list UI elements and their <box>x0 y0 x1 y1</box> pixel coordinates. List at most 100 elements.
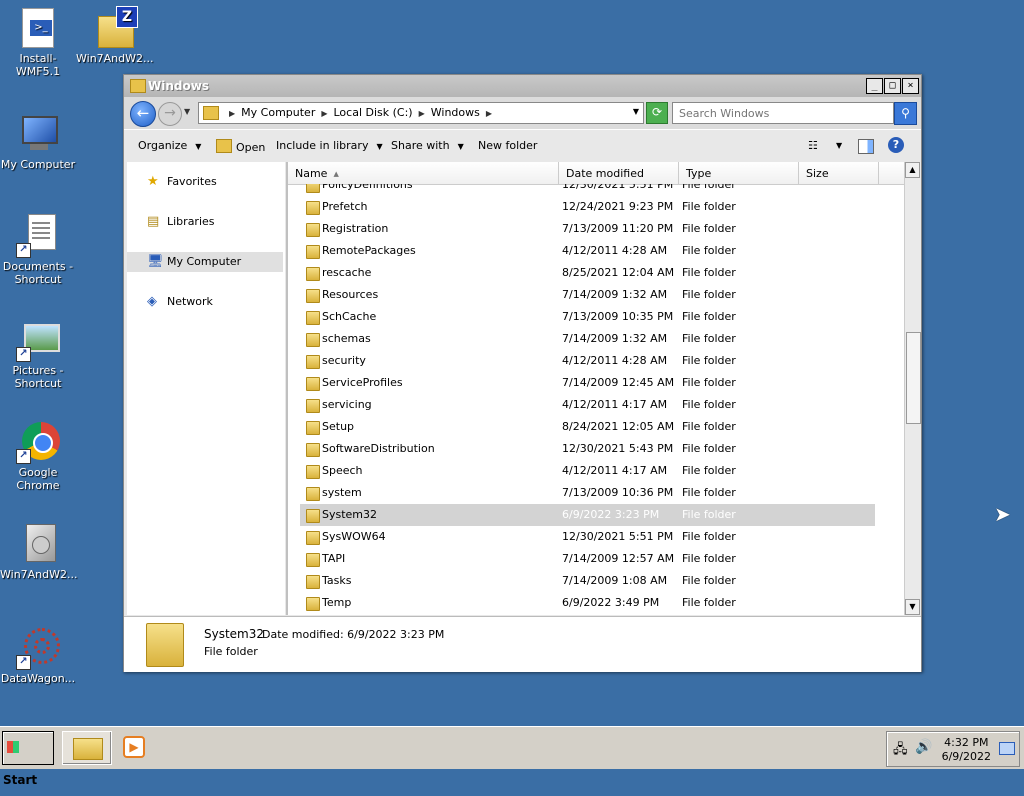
file-row[interactable]: SchCache 7/13/2009 10:35 PM File folder <box>288 306 905 328</box>
open-button[interactable]: Open <box>216 139 265 154</box>
nav-item-network[interactable]: ◈ Network <box>127 292 283 312</box>
search-icon[interactable]: ⚲ <box>894 102 917 125</box>
folder-icon <box>306 465 320 479</box>
file-row[interactable]: system 7/13/2009 10:36 PM File folder <box>288 482 905 504</box>
folder-icon <box>306 355 320 369</box>
file-date-modified: 7/13/2009 11:20 PM <box>562 222 674 235</box>
file-date-modified: 7/13/2009 10:36 PM <box>562 486 674 499</box>
new-folder-button[interactable]: New folder <box>478 139 537 152</box>
maximize-button[interactable]: □ <box>884 78 901 94</box>
nav-item-favorites[interactable]: ★ Favorites <box>127 172 283 192</box>
file-name: RemotePackages <box>322 244 416 257</box>
back-arrow-icon[interactable]: ← <box>130 101 156 127</box>
desktop-icon-win7andw2-installer[interactable]: Win7AndW2... <box>0 522 78 581</box>
documents-icon: ↗ <box>16 214 60 258</box>
desktop-icon-label: Documents - Shortcut <box>2 260 74 286</box>
desktop-icon-my-computer[interactable]: My Computer <box>0 112 76 171</box>
forward-arrow-icon[interactable]: → <box>158 102 182 126</box>
chevron-down-icon: ▼ <box>457 142 464 151</box>
recent-pages-dropdown-icon[interactable]: ▼ <box>184 107 190 116</box>
file-row[interactable]: RemotePackages 4/12/2011 4:28 AM File fold… <box>288 240 905 262</box>
organize-label: Organize <box>138 139 188 152</box>
file-date-modified: 7/14/2009 12:57 AM <box>562 552 675 565</box>
window-titlebar[interactable]: Windows _ □ × <box>124 75 921 97</box>
volume-icon[interactable]: 🔊 <box>915 739 932 755</box>
file-row[interactable]: servicing 4/12/2011 4:17 AM File folder <box>288 394 905 416</box>
file-rows: PolicyDefinitions 12/30/2021 5:51 PM File … <box>288 184 905 615</box>
file-row[interactable]: Speech 4/12/2011 4:17 AM File folder <box>288 460 905 482</box>
show-desktop-icon[interactable] <box>999 742 1015 755</box>
search-box[interactable] <box>672 102 894 124</box>
vertical-scrollbar[interactable]: ▲ ▼ <box>904 162 921 615</box>
desktop-icon-datawagon[interactable]: ↗ DataWagon... <box>0 626 76 685</box>
column-header-size[interactable]: Size <box>799 162 879 184</box>
scrollbar-thumb[interactable] <box>906 332 921 424</box>
taskbar-explorer-button[interactable] <box>62 731 112 765</box>
scroll-down-arrow-icon[interactable]: ▼ <box>905 599 920 615</box>
file-row[interactable]: Resources 7/14/2009 1:32 AM File folder <box>288 284 905 306</box>
desktop-icon-google-chrome[interactable]: ↗ Google Chrome <box>0 420 76 492</box>
breadcrumb-local-disk[interactable]: Local Disk (C:) <box>334 106 413 119</box>
file-row[interactable]: Temp 6/9/2022 3:49 PM File folder <box>288 592 905 614</box>
details-pane: System32 Date modified: 6/9/2022 3:23 PM… <box>124 616 921 672</box>
file-row[interactable]: System32 6/9/2022 3:23 PM File folder <box>300 504 875 526</box>
address-history-dropdown-icon[interactable]: ▼ <box>633 107 639 116</box>
nav-item-label: Libraries <box>167 215 215 228</box>
folder-icon <box>203 106 219 120</box>
desktop-icon-win7andw2-zip[interactable]: Z Win7AndW2... <box>76 6 154 65</box>
preview-pane-icon[interactable] <box>858 139 874 154</box>
file-row[interactable]: ServiceProfiles 7/14/2009 12:45 AM File fo… <box>288 372 905 394</box>
breadcrumb-chevron-icon[interactable]: ▶ <box>419 109 425 118</box>
organize-menu[interactable]: Organize ▼ <box>138 139 201 152</box>
column-header-date-modified[interactable]: Date modified <box>559 162 679 184</box>
file-row[interactable]: PolicyDefinitions 12/30/2021 5:51 PM File … <box>288 184 905 196</box>
breadcrumb-my-computer[interactable]: My Computer <box>241 106 315 119</box>
help-icon[interactable]: ? <box>888 137 904 153</box>
folder-icon <box>306 311 320 325</box>
clock[interactable]: 4:32 PM 6/9/2022 <box>942 736 991 764</box>
file-row[interactable]: Setup 8/24/2021 12:05 AM File folder <box>288 416 905 438</box>
scroll-up-arrow-icon[interactable]: ▲ <box>905 162 920 178</box>
nav-item-libraries[interactable]: ▤ Libraries <box>127 212 283 232</box>
desktop-icon-install-wmf[interactable]: >_ Install-WMF5.1 <box>0 6 76 78</box>
file-row[interactable]: Registration 7/13/2009 11:20 PM File folde… <box>288 218 905 240</box>
network-status-icon[interactable]: 🖧 <box>893 740 908 762</box>
breadcrumb-chevron-icon[interactable]: ▶ <box>486 109 492 118</box>
refresh-icon[interactable]: ⟳ <box>646 102 668 124</box>
include-in-library-menu[interactable]: Include in library ▼ <box>276 139 383 152</box>
address-bar[interactable]: ▶ My Computer ▶ Local Disk (C:) ▶ Windows ▶ ▼ <box>198 102 644 124</box>
file-type: File folder <box>682 464 736 477</box>
file-name: servicing <box>322 398 372 411</box>
file-row[interactable]: security 4/12/2011 4:28 AM File folder <box>288 350 905 372</box>
file-name: SoftwareDistribution <box>322 442 435 455</box>
file-row[interactable]: Prefetch 12/24/2021 9:23 PM File folder <box>288 196 905 218</box>
file-row[interactable]: SysWOW64 12/30/2021 5:51 PM File folder <box>288 526 905 548</box>
open-label: Open <box>236 141 266 154</box>
clock-date: 6/9/2022 <box>941 750 991 763</box>
column-header-type[interactable]: Type <box>679 162 799 184</box>
start-button[interactable]: Start <box>2 731 54 787</box>
share-with-menu[interactable]: Share with ▼ <box>391 139 464 152</box>
file-row[interactable]: TAPI 7/14/2009 12:57 AM File folder <box>288 548 905 570</box>
minimize-button[interactable]: _ <box>866 78 883 94</box>
breadcrumb-windows[interactable]: Windows <box>431 106 480 119</box>
breadcrumb-chevron-icon[interactable]: ▶ <box>321 109 327 118</box>
sort-ascending-icon: ▲ <box>333 170 339 178</box>
close-button[interactable]: × <box>902 78 919 94</box>
desktop-icon-pictures-shortcut[interactable]: ↗ Pictures - Shortcut <box>0 318 76 390</box>
nav-item-my-computer[interactable]: 🖥 My Computer <box>127 252 283 272</box>
column-header-name[interactable]: Name ▲ <box>288 162 559 184</box>
file-row[interactable]: SoftwareDistribution 12/30/2021 5:43 PM Fi… <box>288 438 905 460</box>
file-type: File folder <box>682 398 736 411</box>
view-options-dropdown-icon[interactable]: ▼ <box>836 141 842 150</box>
file-row[interactable]: rescache 8/25/2021 12:04 AM File folder <box>288 262 905 284</box>
change-view-icon[interactable]: ☷ <box>808 139 818 152</box>
file-row[interactable]: Tasks 7/14/2009 1:08 AM File folder <box>288 570 905 592</box>
file-type: File folder <box>682 222 736 235</box>
breadcrumb-chevron-icon[interactable]: ▶ <box>229 109 235 118</box>
file-row[interactable]: schemas 7/14/2009 1:32 AM File folder <box>288 328 905 350</box>
desktop-icon-documents-shortcut[interactable]: ↗ Documents - Shortcut <box>0 214 76 286</box>
folder-icon <box>306 575 320 589</box>
search-input[interactable] <box>677 106 871 121</box>
taskbar-media-player-button[interactable]: ▶ <box>120 731 150 763</box>
